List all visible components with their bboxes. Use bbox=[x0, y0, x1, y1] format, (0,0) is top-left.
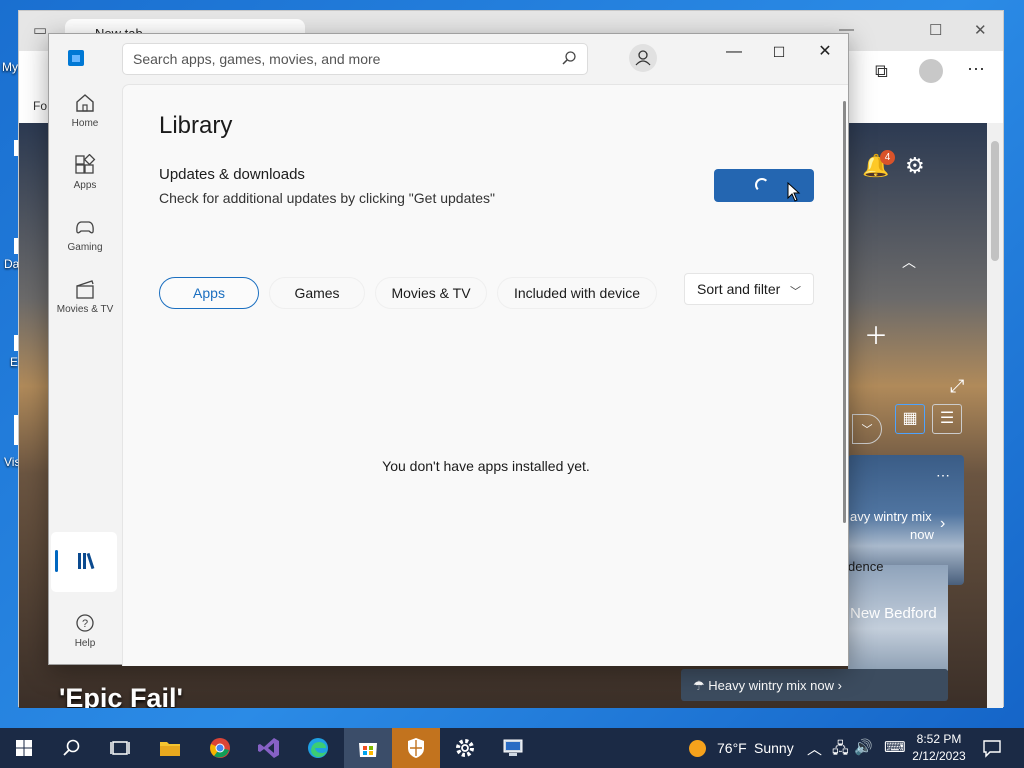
collections-icon[interactable]: ⧉ bbox=[875, 61, 888, 82]
clock-time[interactable]: 8:52 PM bbox=[906, 732, 972, 746]
updates-title: Updates & downloads bbox=[159, 166, 305, 183]
notification-center-icon[interactable] bbox=[980, 736, 1004, 760]
maximize-button[interactable]: ☐ bbox=[764, 42, 794, 62]
library-page: Library Updates & downloads Check for ad… bbox=[122, 84, 848, 666]
weather-map[interactable]: dence New Bedford bbox=[848, 559, 948, 671]
clock-date[interactable]: 2/12/2023 bbox=[906, 749, 972, 763]
sun-weather-icon[interactable] bbox=[689, 740, 706, 757]
taskbar: 76°F Sunny ︿ 🖧 🔊 ⌨ 8:52 PM 2/12/2023 bbox=[0, 728, 1024, 768]
tab-apps[interactable]: Apps bbox=[159, 277, 259, 309]
nav-item-help[interactable]: ? Help bbox=[53, 604, 117, 664]
chevron-up-icon[interactable]: ︿ bbox=[902, 252, 916, 272]
plus-icon[interactable]: ＋ bbox=[864, 316, 888, 351]
map-label: New Bedford bbox=[850, 605, 937, 622]
network-icon[interactable]: 🖧 bbox=[832, 738, 849, 763]
updates-subtitle: Check for additional updates by clicking… bbox=[159, 190, 496, 206]
scrollbar-thumb[interactable] bbox=[991, 141, 999, 261]
expand-icon[interactable]: ⤢ bbox=[950, 376, 964, 397]
loading-spinner-icon bbox=[755, 178, 769, 192]
store-icon[interactable] bbox=[356, 736, 380, 760]
profile-avatar[interactable] bbox=[919, 59, 943, 83]
desktop-icon-label[interactable]: E bbox=[10, 355, 18, 369]
keyboard-icon[interactable]: ⌨ bbox=[884, 738, 906, 756]
nav-item-gaming[interactable]: Gaming bbox=[53, 208, 117, 268]
weather-footer[interactable]: ☂ Heavy wintry mix now › bbox=[681, 669, 948, 701]
close-button[interactable]: ✕ bbox=[810, 42, 840, 62]
weather-headline: avy wintry mix bbox=[850, 509, 932, 524]
edge-icon[interactable] bbox=[306, 736, 330, 760]
security-shield-icon[interactable] bbox=[404, 736, 428, 760]
active-indicator bbox=[55, 550, 58, 572]
mouse-cursor-icon bbox=[787, 182, 801, 202]
sort-label: Sort and filter bbox=[697, 281, 781, 297]
tab-movies-tv[interactable]: Movies & TV bbox=[375, 277, 487, 309]
tab-included-with-device[interactable]: Included with device bbox=[497, 277, 657, 309]
chevron-right-icon: › bbox=[833, 678, 842, 693]
sort-and-filter-dropdown[interactable]: Sort and filter ﹀ bbox=[684, 273, 814, 305]
weather-condition[interactable]: Sunny bbox=[754, 740, 794, 756]
task-view-icon[interactable] bbox=[108, 736, 132, 760]
help-icon: ? bbox=[76, 614, 94, 632]
content-scrollbar[interactable] bbox=[843, 101, 846, 523]
chevron-right-icon[interactable]: › bbox=[940, 515, 945, 533]
search-box[interactable] bbox=[122, 43, 588, 75]
svg-text:?: ? bbox=[82, 618, 88, 630]
windows-start-icon[interactable] bbox=[12, 736, 36, 760]
favorites-bar-item[interactable]: Fo bbox=[33, 99, 47, 113]
tab-actions-icon[interactable]: ▭ bbox=[33, 21, 47, 39]
minimize-button[interactable]: — bbox=[719, 42, 749, 62]
person-icon bbox=[635, 50, 651, 66]
search-icon[interactable] bbox=[561, 50, 577, 66]
empty-state-message: You don't have apps installed yet. bbox=[382, 458, 590, 474]
notification-badge: 4 bbox=[880, 150, 895, 165]
map-label: dence bbox=[848, 559, 884, 574]
nav-label: Gaming bbox=[67, 242, 103, 253]
chevron-down-icon: ﹀ bbox=[790, 286, 801, 298]
tab-games[interactable]: Games bbox=[269, 277, 365, 309]
nav-item-movies-tv[interactable]: Movies & TV bbox=[53, 270, 117, 330]
desktop-icon-label[interactable]: My bbox=[2, 60, 18, 74]
grid-view-icon[interactable]: ▦ bbox=[895, 404, 925, 434]
close-icon[interactable]: ✕ bbox=[974, 21, 987, 39]
more-icon[interactable]: ⋯ bbox=[967, 59, 985, 80]
nav-item-library[interactable] bbox=[51, 532, 117, 592]
page-title: Library bbox=[159, 112, 233, 139]
settings-icon[interactable] bbox=[453, 736, 477, 760]
home-icon bbox=[76, 94, 94, 112]
maximize-icon[interactable]: ☐ bbox=[929, 21, 942, 39]
chevron-up-icon[interactable]: ︿ bbox=[807, 738, 822, 759]
news-headline[interactable]: 'Epic Fail' bbox=[59, 683, 183, 708]
weather-temperature[interactable]: 76°F bbox=[717, 740, 747, 756]
edge-scrollbar[interactable] bbox=[987, 123, 1003, 708]
file-explorer-icon[interactable] bbox=[158, 736, 182, 760]
volume-icon[interactable]: 🔊 bbox=[854, 738, 873, 756]
store-logo-icon bbox=[68, 50, 84, 66]
chrome-icon[interactable] bbox=[208, 736, 232, 760]
apps-icon bbox=[75, 154, 96, 174]
umbrella-icon: ☂ bbox=[693, 678, 709, 693]
library-icon bbox=[78, 552, 95, 570]
nav-label: Home bbox=[71, 118, 99, 129]
weather-headline-line2: now bbox=[910, 527, 934, 542]
settings-gear-icon[interactable]: ⚙ bbox=[905, 153, 925, 179]
gaming-icon bbox=[76, 221, 94, 234]
side-navigation: Home Apps Gaming Movies & TV ? Help bbox=[49, 84, 121, 666]
more-options-icon[interactable]: ⋯ bbox=[936, 467, 950, 484]
visual-studio-icon[interactable] bbox=[257, 736, 281, 760]
nav-item-apps[interactable]: Apps bbox=[53, 146, 117, 206]
weather-footer-text: Heavy wintry mix now bbox=[708, 678, 834, 693]
store-window: — ☐ ✕ Home Apps Gaming Movies & TV ? Hel… bbox=[48, 33, 849, 666]
nav-label: Apps bbox=[73, 180, 97, 191]
movies-icon bbox=[76, 280, 94, 299]
nav-label: Movies & TV bbox=[56, 304, 114, 315]
nav-label: Help bbox=[74, 638, 96, 649]
search-icon[interactable] bbox=[60, 736, 84, 760]
nav-item-home[interactable]: Home bbox=[53, 84, 117, 144]
account-avatar[interactable] bbox=[629, 44, 657, 72]
search-input[interactable] bbox=[123, 44, 543, 74]
list-view-icon[interactable]: ☰ bbox=[932, 404, 962, 434]
remote-desktop-icon[interactable] bbox=[501, 736, 525, 760]
dropdown-chevron-icon[interactable]: ﹀ bbox=[852, 414, 882, 444]
